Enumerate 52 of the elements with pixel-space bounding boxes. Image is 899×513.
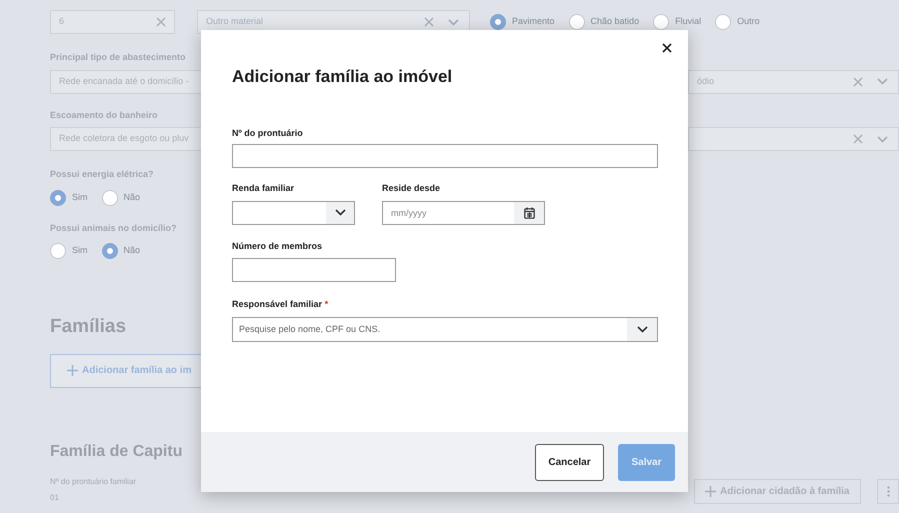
radio-label: Chão batido	[590, 15, 640, 28]
radio-label: Não	[124, 244, 140, 258]
plus-icon	[705, 486, 716, 496]
field-value: 01	[50, 492, 60, 504]
clear-icon[interactable]	[424, 17, 434, 27]
radio-button[interactable]	[653, 14, 670, 30]
field-label: Possui animais no domicílio?	[50, 222, 178, 234]
clear-icon[interactable]	[156, 17, 166, 27]
radio-button[interactable]	[568, 14, 585, 30]
clear-icon[interactable]	[853, 76, 863, 86]
field-value: Outro material	[206, 15, 264, 28]
radio-label: Sim	[72, 244, 88, 258]
more-vertical-icon	[886, 486, 890, 496]
field-label: Principal tipo de abastecimento	[50, 51, 187, 64]
field-label: Escoamento do banheiro	[50, 108, 159, 122]
close-button[interactable]	[660, 41, 674, 55]
field-value: Rede encanada até o domicílio -	[59, 74, 190, 88]
radio-button[interactable]	[490, 14, 506, 30]
field-label: Possui energia elétrica?	[50, 168, 155, 181]
field-value: 6	[59, 15, 66, 28]
radio-button[interactable]	[50, 190, 66, 206]
more-options-button[interactable]	[877, 478, 899, 504]
radio-button[interactable]	[715, 14, 732, 30]
chevron-down-icon[interactable]	[334, 209, 346, 216]
members-field[interactable]	[232, 258, 396, 282]
clear-icon[interactable]	[853, 134, 863, 144]
field-label: Responsável familiar *	[232, 298, 330, 311]
family-title: Família de Capitu	[50, 442, 182, 462]
radio-label: Não	[124, 190, 140, 204]
radio-label: Sim	[72, 190, 88, 204]
field-value: Rede coletora de esgoto ou pluv	[59, 132, 190, 146]
field-label: Nº do prontuário	[232, 126, 304, 140]
field-label: Renda familiar	[232, 182, 296, 195]
select-field[interactable]	[688, 127, 899, 151]
radio-label: Pavimento	[512, 15, 555, 28]
section-heading: Famílias	[50, 315, 126, 339]
close-icon	[662, 43, 672, 53]
select-field[interactable]: ódio	[688, 70, 899, 94]
field-label: Número de membros	[232, 240, 324, 252]
radio-button[interactable]	[50, 243, 66, 259]
radio-button[interactable]	[102, 190, 118, 206]
field-value: ódio	[697, 74, 716, 88]
radio-label: Outro	[737, 15, 760, 28]
field-label: Nº do prontuário familiar	[50, 476, 136, 488]
field-label: Reside desde	[382, 182, 442, 195]
radio-button[interactable]	[102, 243, 118, 259]
radio-label: Fluvial	[675, 15, 702, 28]
plus-icon	[67, 365, 78, 376]
cancel-button[interactable]: Cancelar	[535, 444, 604, 480]
number-field[interactable]: 6	[50, 10, 175, 34]
modal-title: Adicionar família ao imóvel	[232, 66, 454, 88]
record-number-field[interactable]	[232, 144, 658, 168]
